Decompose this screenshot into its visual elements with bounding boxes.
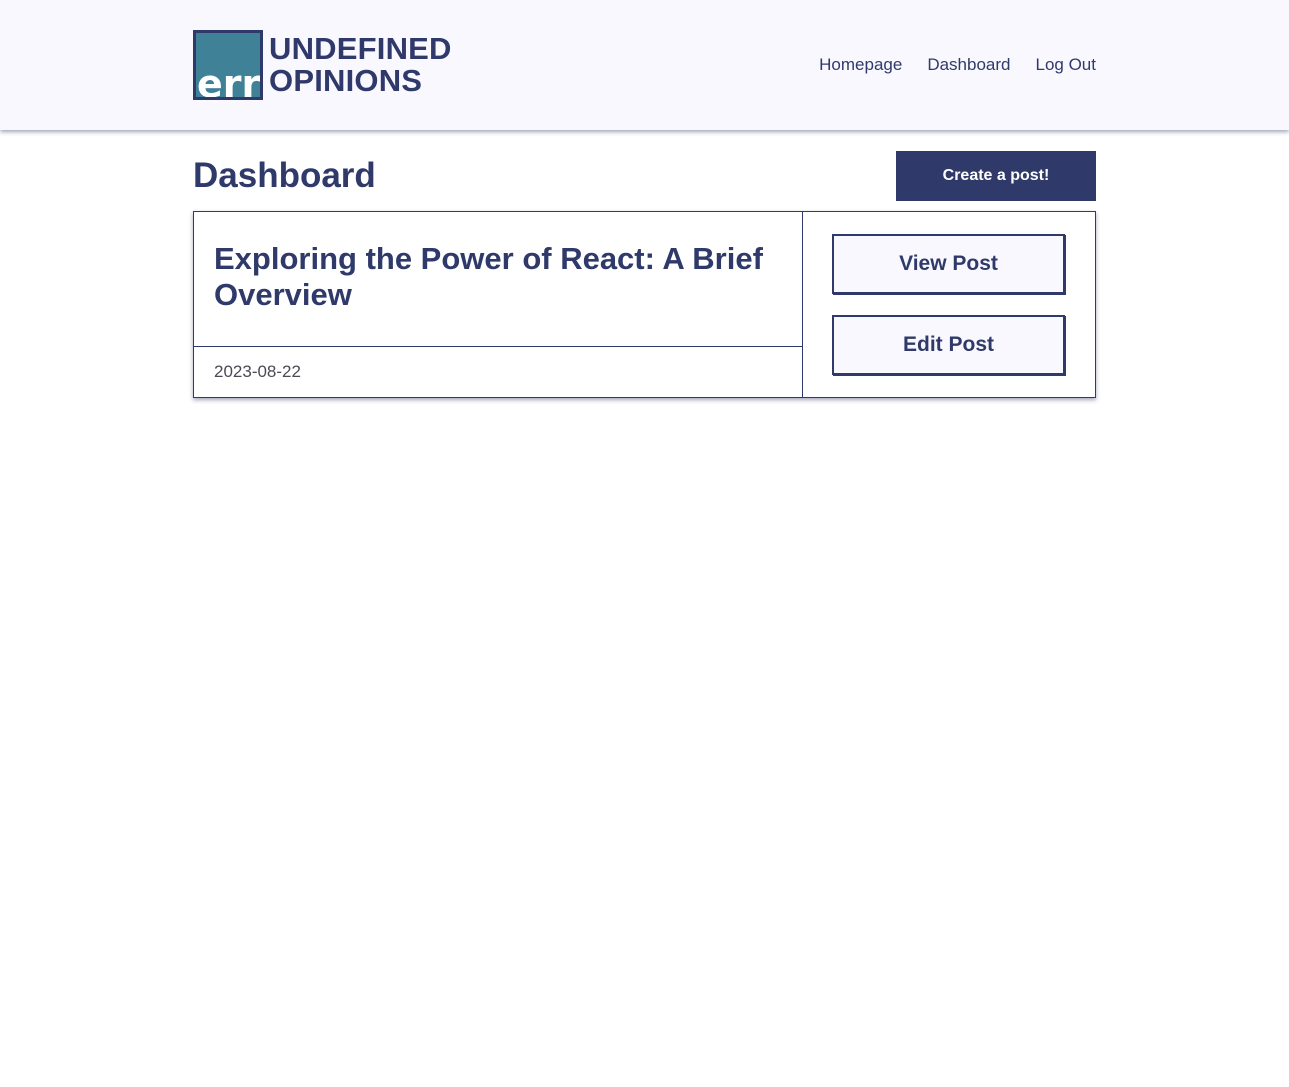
- post-date: 2023-08-22: [214, 362, 301, 381]
- logo-line-2: OPINIONS: [269, 63, 423, 98]
- logo-line-1: UNDEFINED: [269, 31, 452, 66]
- logo-mark-text: err: [197, 62, 261, 100]
- nav-link-logout[interactable]: Log Out: [1036, 55, 1097, 75]
- logo-wordmark: UNDEFINED OPINIONS: [269, 33, 452, 97]
- post-title: Exploring the Power of React: A Brief Ov…: [214, 241, 763, 312]
- view-post-button[interactable]: View Post: [832, 234, 1065, 294]
- nav-link-homepage[interactable]: Homepage: [819, 55, 902, 75]
- nav-link-dashboard[interactable]: Dashboard: [927, 55, 1010, 75]
- post-card: Exploring the Power of React: A Brief Ov…: [193, 211, 1096, 398]
- post-title-area: Exploring the Power of React: A Brief Ov…: [194, 212, 802, 347]
- post-actions: View Post Edit Post: [803, 212, 1095, 397]
- logo-mark: err: [193, 30, 263, 100]
- edit-post-button[interactable]: Edit Post: [832, 315, 1065, 375]
- post-info: Exploring the Power of React: A Brief Ov…: [194, 212, 803, 397]
- create-post-button[interactable]: Create a post!: [896, 151, 1096, 201]
- page-title: Dashboard: [193, 156, 376, 195]
- site-header: err UNDEFINED OPINIONS Homepage Dashboar…: [0, 0, 1289, 130]
- site-logo[interactable]: err UNDEFINED OPINIONS: [193, 30, 452, 100]
- main-nav: Homepage Dashboard Log Out: [819, 55, 1096, 75]
